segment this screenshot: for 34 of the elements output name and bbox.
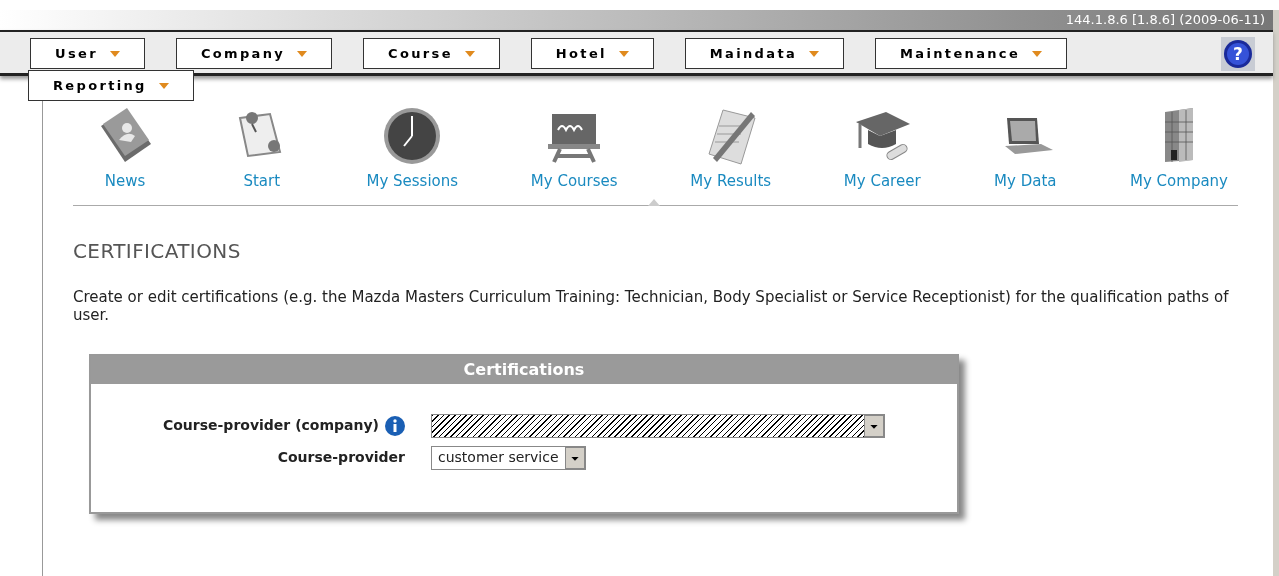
caret-down-icon	[158, 82, 169, 89]
nav-link[interactable]: My Courses	[530, 104, 618, 193]
help-icon[interactable]: ?	[1221, 37, 1255, 71]
nav-link[interactable]: My Career	[843, 104, 921, 193]
info-icon	[385, 415, 405, 436]
panel-title: Certifications	[463, 358, 585, 381]
caret-down-icon	[109, 50, 120, 57]
menu-button[interactable]: Reporting	[28, 70, 194, 101]
notch-icon	[648, 198, 660, 206]
menu-button[interactable]: Company	[175, 38, 333, 69]
dropdown-field[interactable]	[431, 413, 885, 438]
page-title: CERTIFICATIONS	[73, 237, 242, 265]
nav-link[interactable]: My Results	[690, 104, 772, 193]
nav-link[interactable]: My Data	[993, 104, 1058, 193]
field-label: Course-provider (company)	[162, 416, 379, 435]
nav-link[interactable]: My Sessions	[366, 104, 459, 193]
menu-button[interactable]: Maindata	[684, 38, 845, 69]
menu-button[interactable]: User	[30, 38, 145, 69]
caret-down-icon	[297, 50, 308, 57]
dropdown-value: customer service	[437, 448, 560, 467]
caret-down-icon	[464, 50, 475, 57]
field-label: Course-provider	[277, 448, 405, 467]
caret-down-icon	[809, 50, 820, 57]
page-description: Create or edit certifications (e.g. the Mazda Masters Curriculum Training: Technician, Body Specialist or Service Receptionist) for the qualification paths of user.	[73, 287, 1230, 324]
menu-button[interactable]: Hotel	[530, 38, 654, 69]
version-text: 144.1.8.6 [1.8.6] (2009-06-11)	[1065, 11, 1265, 30]
dropdown-field[interactable]: customer service	[431, 445, 586, 470]
caret-down-icon	[618, 50, 629, 57]
menu-button[interactable]: Course	[363, 38, 500, 69]
nav-link[interactable]: Start	[229, 104, 294, 193]
menu-button[interactable]: Maintenance	[875, 38, 1068, 69]
caret-down-icon	[1032, 50, 1043, 57]
nav-link[interactable]: My Company	[1130, 104, 1228, 193]
nav-link[interactable]: News	[93, 104, 157, 193]
